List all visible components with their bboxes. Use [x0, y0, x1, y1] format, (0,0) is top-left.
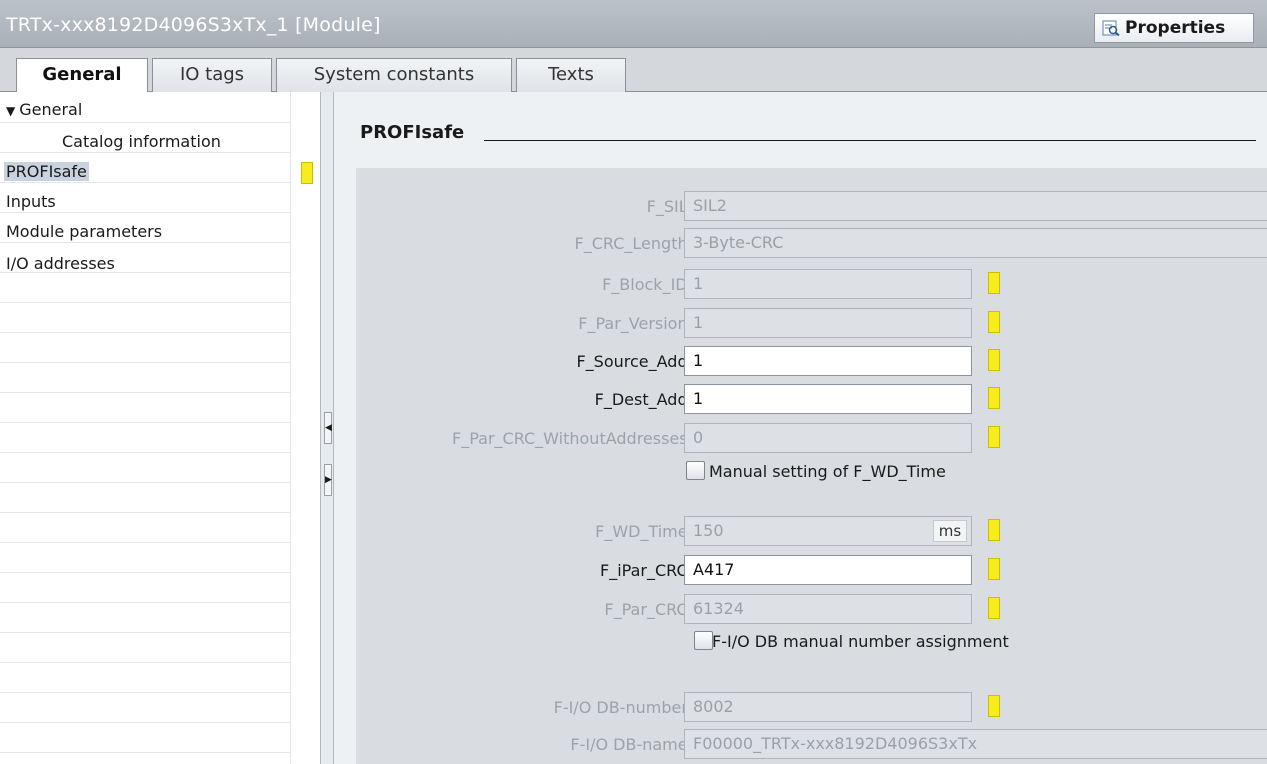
f-wd-time-unit: ms: [933, 520, 967, 542]
f-par-crc-without-label: F_Par_CRC_WithoutAddresses:: [452, 429, 693, 448]
f-par-version-field: 1: [684, 308, 972, 338]
f-sil-field: SIL2: [684, 191, 1267, 221]
f-ipar-crc-label: F_iPar_CRC:: [599, 561, 693, 580]
nav-item-io-addresses[interactable]: I/O addresses: [6, 254, 115, 273]
marker-column: [290, 92, 321, 764]
f-ipar-crc-input[interactable]: A417: [684, 555, 972, 585]
f-par-crc-without-field: 0: [684, 423, 972, 453]
panel-splitter[interactable]: ◀ ▶: [320, 92, 334, 764]
status-marker-icon: [988, 272, 1000, 294]
nav-item-inputs[interactable]: Inputs: [6, 192, 56, 211]
f-block-id-field: 1: [684, 269, 972, 299]
f-crc-length-label: F_CRC_Length:: [574, 234, 693, 253]
f-sil-label: F_SIL:: [646, 197, 693, 216]
properties-label: Properties: [1125, 18, 1226, 38]
collapse-left-icon[interactable]: ◀: [324, 412, 332, 444]
status-marker-icon: [301, 162, 313, 184]
nav-item-general-label: General: [19, 100, 83, 119]
status-marker-icon: [988, 387, 1000, 409]
status-marker-icon: [988, 519, 1000, 541]
fio-db-name-label: F-I/O DB-name:: [570, 735, 693, 754]
fio-db-name-field: F00000_TRTx-xxx8192D4096S3xTx: [684, 729, 1267, 759]
f-crc-length-field: 3-Byte-CRC: [684, 228, 1267, 258]
f-dest-add-label: F_Dest_Add:: [594, 390, 693, 409]
fio-db-number-field: 8002: [684, 692, 972, 722]
status-marker-icon: [988, 695, 1000, 717]
fio-db-manual-checkbox[interactable]: [694, 631, 713, 650]
properties-icon: [1102, 20, 1120, 36]
f-wd-time-label: F_WD_Time:: [595, 522, 693, 541]
status-marker-icon: [988, 311, 1000, 333]
manual-wd-time-label: Manual setting of F_WD_Time: [709, 462, 946, 481]
section-title: PROFIsafe: [360, 122, 465, 143]
status-marker-icon: [988, 558, 1000, 580]
f-dest-add-input[interactable]: 1: [684, 384, 972, 414]
nav-item-profisafe[interactable]: PROFIsafe: [4, 162, 89, 181]
manual-wd-time-checkbox[interactable]: [686, 461, 705, 480]
tab-system-constants[interactable]: System constants: [276, 58, 512, 92]
f-par-crc-label: F_Par_CRC:: [604, 600, 693, 619]
window-titlebar: TRTx-xxx8192D4096S3xTx_1 [Module] Proper…: [0, 0, 1267, 48]
nav-item-general[interactable]: ▼ General: [6, 100, 82, 119]
tab-io-tags[interactable]: IO tags: [152, 58, 272, 92]
window-title: TRTx-xxx8192D4096S3xTx_1 [Module]: [6, 14, 381, 36]
f-par-crc-field: 61324: [684, 594, 972, 624]
tab-texts[interactable]: Texts: [516, 58, 626, 92]
status-marker-icon: [988, 426, 1000, 448]
fio-db-number-label: F-I/O DB-number:: [553, 698, 693, 717]
f-source-add-label: F_Source_Add:: [576, 352, 693, 371]
f-wd-time-field: 150 ms: [684, 516, 972, 546]
properties-button[interactable]: Properties: [1094, 13, 1254, 43]
f-wd-time-value: 150: [693, 521, 724, 540]
status-marker-icon: [988, 349, 1000, 371]
status-marker-icon: [988, 597, 1000, 619]
f-par-version-label: F_Par_Version:: [578, 314, 693, 333]
content-area: PROFIsafe F_SIL: SIL2 F_CRC_Length: 3-By…: [334, 92, 1267, 764]
expand-right-icon[interactable]: ▶: [324, 464, 332, 496]
f-block-id-label: F_Block_ID:: [602, 275, 693, 294]
profisafe-panel: F_SIL: SIL2 F_CRC_Length: 3-Byte-CRC F_B…: [356, 168, 1267, 764]
tab-general[interactable]: General: [16, 58, 148, 93]
fio-db-manual-label: F-I/O DB manual number assignment: [712, 632, 1009, 651]
f-source-add-input[interactable]: 1: [684, 346, 972, 376]
navigation-tree: ▼ General Catalog information PROFIsafe I…: [0, 92, 290, 764]
nav-item-module-parameters[interactable]: Module parameters: [6, 222, 162, 241]
tab-bar: General IO tags System constants Texts: [0, 48, 1267, 93]
nav-item-catalog-information[interactable]: Catalog information: [62, 132, 221, 151]
expand-triangle-icon[interactable]: ▼: [6, 104, 15, 118]
section-divider: [484, 140, 1256, 141]
